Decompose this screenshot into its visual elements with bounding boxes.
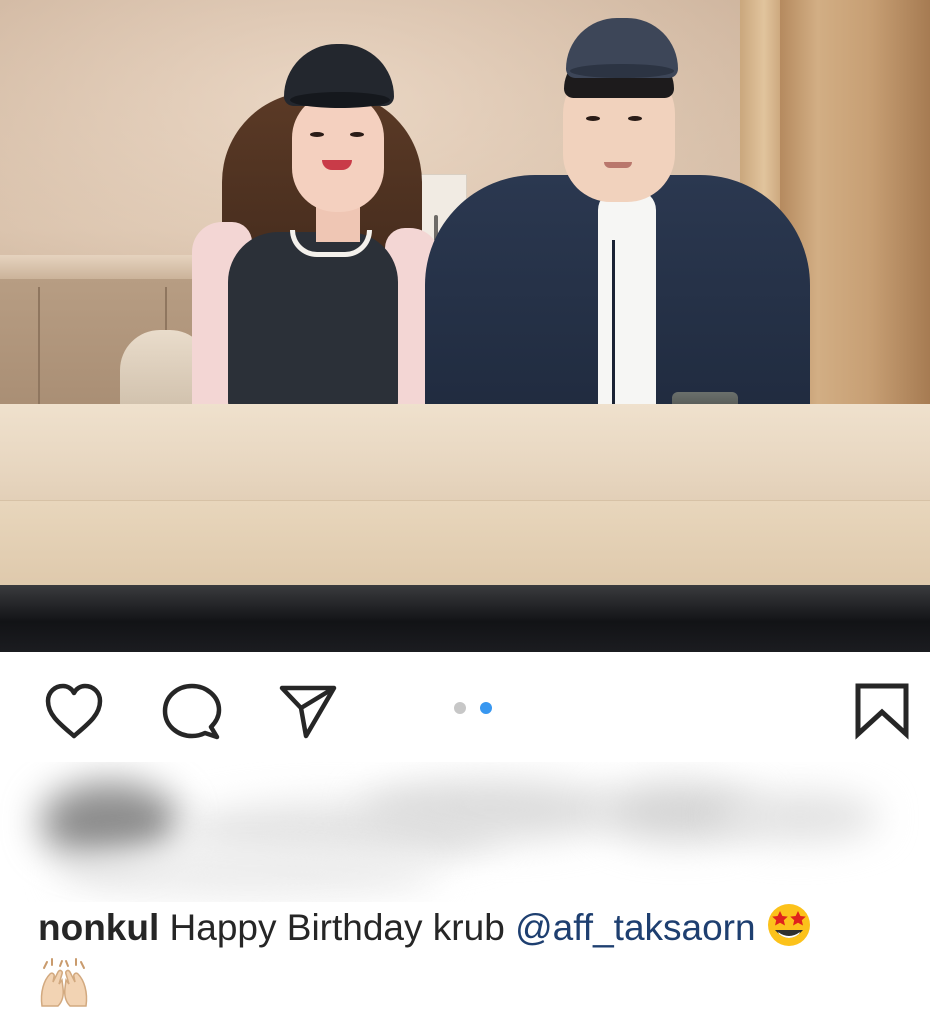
- counter: [0, 404, 930, 504]
- raising-hands-emoji: [40, 958, 88, 1007]
- paper-plane-icon: [279, 685, 337, 739]
- caption-mention[interactable]: @aff_taksaorn: [515, 907, 756, 948]
- share-button[interactable]: [276, 680, 340, 744]
- carousel-dot-1: [454, 702, 466, 714]
- like-button[interactable]: [42, 680, 106, 744]
- caption-text: Happy Birthday krub: [169, 907, 505, 948]
- save-button[interactable]: [850, 680, 914, 744]
- star-struck-emoji: [767, 904, 810, 946]
- post-caption: nonkul Happy Birthday krub @aff_taksaorn: [38, 902, 908, 952]
- caption-username[interactable]: nonkul: [38, 907, 159, 948]
- blurred-likes-area: [0, 762, 930, 902]
- comment-button[interactable]: [159, 680, 223, 744]
- comment-bubble-icon: [162, 683, 222, 740]
- carousel-dot-2-active: [480, 702, 492, 714]
- post-photo[interactable]: [0, 0, 930, 652]
- bookmark-icon: [855, 683, 909, 740]
- heart-icon: [45, 683, 103, 739]
